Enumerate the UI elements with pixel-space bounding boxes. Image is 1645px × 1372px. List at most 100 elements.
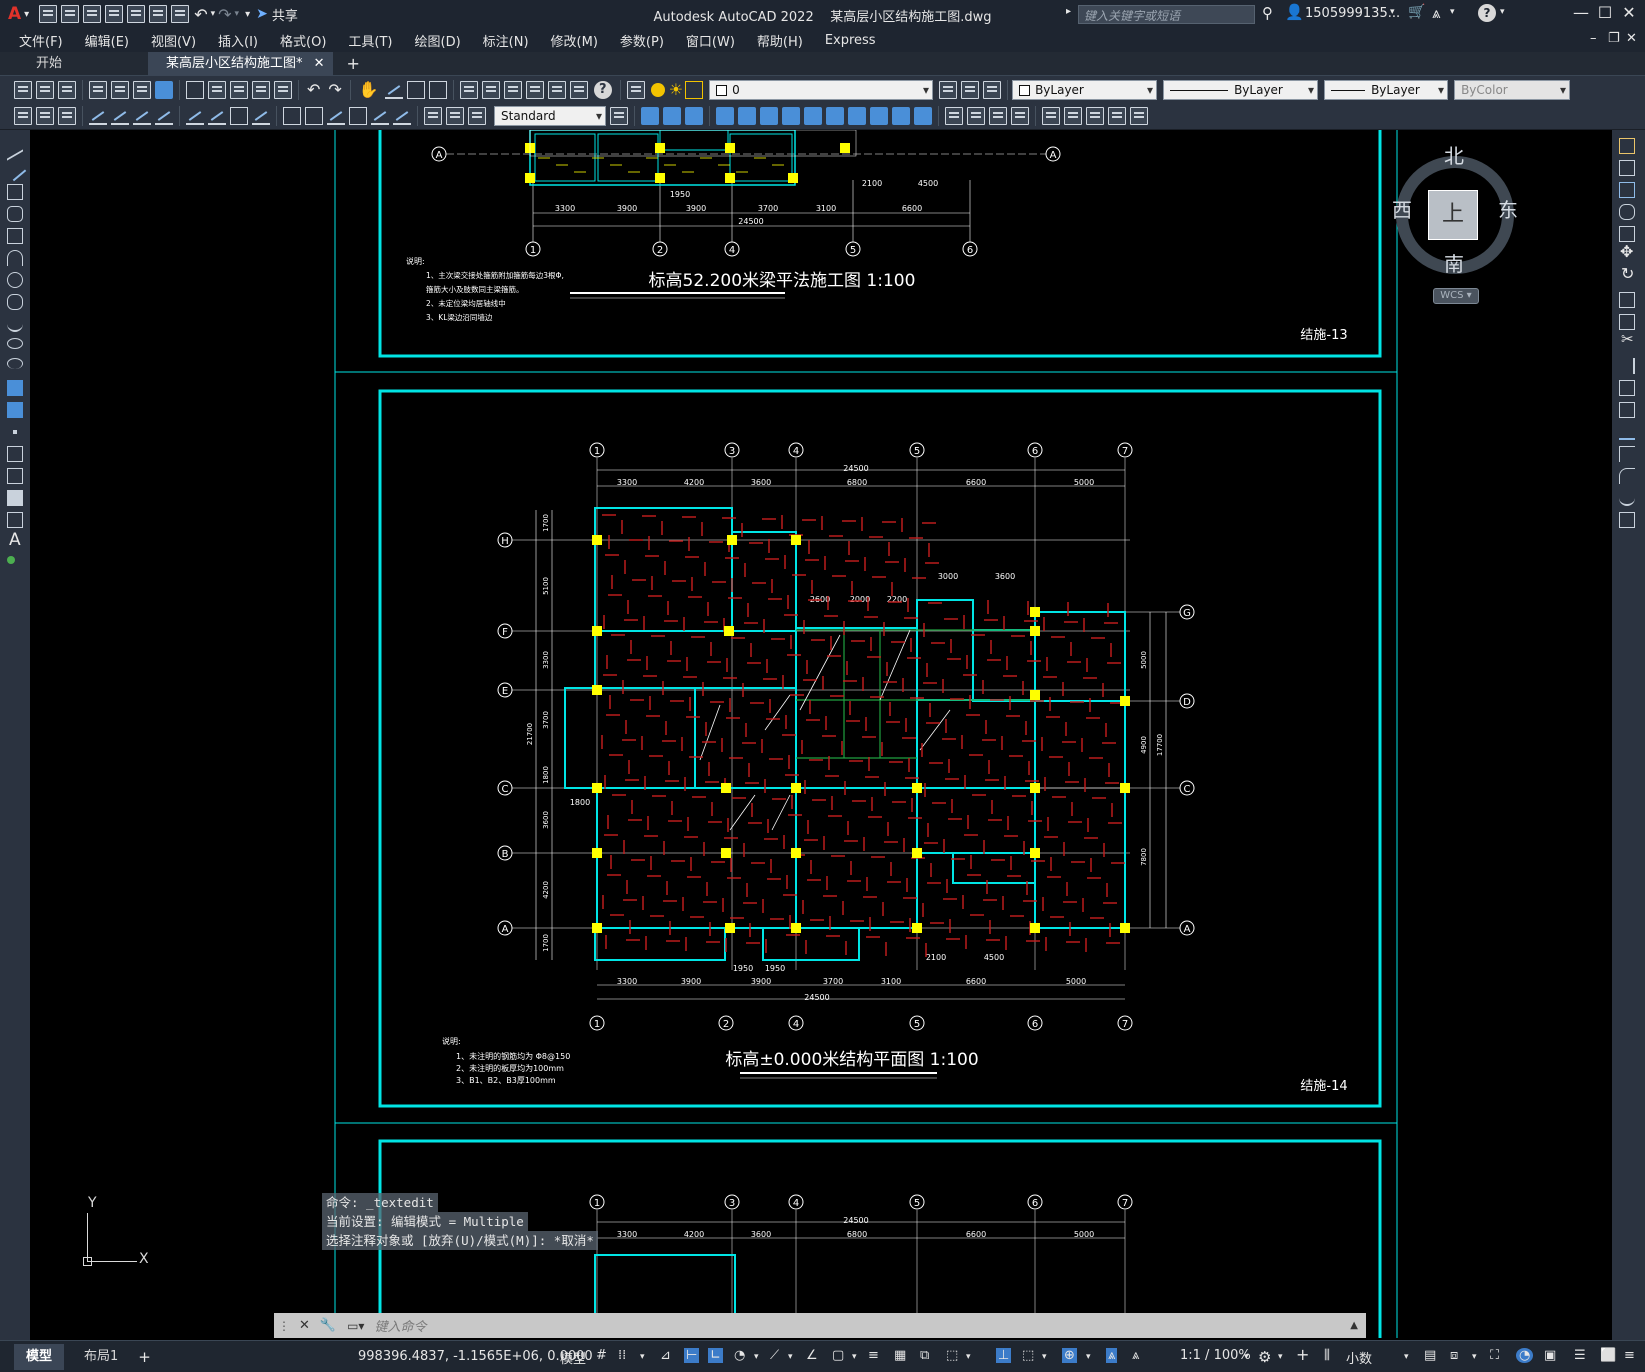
center-mark-icon[interactable] xyxy=(349,107,367,125)
layer-freeze-icon[interactable]: ☀ xyxy=(669,80,683,99)
layer-on-icon[interactable] xyxy=(650,82,665,97)
menu-tools[interactable]: 工具(T) xyxy=(337,31,403,50)
paste-icon[interactable] xyxy=(230,80,248,99)
zoom-previous-icon[interactable] xyxy=(428,80,447,99)
snap-dropdown-icon[interactable]: ▾ xyxy=(640,1352,645,1362)
redo-icon[interactable]: ↷ xyxy=(218,5,231,24)
xref-icon[interactable] xyxy=(1064,107,1082,125)
osnap-icon[interactable]: ▢ xyxy=(832,1348,844,1363)
dim-ordinate-icon[interactable] xyxy=(89,107,107,125)
lock-ui-dropdown-icon[interactable]: ▾ xyxy=(1472,1352,1477,1362)
point-icon[interactable] xyxy=(13,430,17,434)
image-icon[interactable] xyxy=(1086,107,1104,125)
insert-block-left-icon[interactable] xyxy=(7,380,23,396)
table-icon[interactable] xyxy=(7,512,23,528)
ellipse-icon[interactable] xyxy=(7,338,23,349)
offset-icon[interactable] xyxy=(1619,204,1635,220)
construction-line-icon[interactable] xyxy=(3,158,27,182)
doc-restore-icon[interactable]: ❐ xyxy=(1608,31,1620,46)
text-style-dropdown[interactable]: Standard xyxy=(494,106,606,126)
fillet-icon[interactable] xyxy=(1619,468,1635,484)
lights-icon[interactable] xyxy=(1011,107,1029,125)
hatch-icon[interactable] xyxy=(7,446,23,462)
a360-dropdown-icon[interactable]: ▾ xyxy=(1450,7,1455,17)
scale-icon[interactable] xyxy=(1619,292,1635,308)
menu-parametric[interactable]: 参数(P) xyxy=(609,31,675,50)
menu-dimension[interactable]: 标注(N) xyxy=(472,31,540,50)
command-prompt-icon[interactable]: ▭▾ xyxy=(347,1319,364,1333)
menu-edit[interactable]: 编辑(E) xyxy=(74,31,140,50)
maximize-icon[interactable]: ☐ xyxy=(1594,3,1616,25)
save-icon[interactable] xyxy=(83,5,102,23)
hardware-acceleration-icon[interactable]: ◔ xyxy=(1516,1348,1534,1363)
dim-style-icon[interactable] xyxy=(610,107,628,125)
ucs-y-icon[interactable] xyxy=(870,107,888,125)
gizmo-icon[interactable]: ⊕ xyxy=(1062,1348,1077,1363)
explode-icon[interactable] xyxy=(1619,512,1635,528)
app-menu-chevron-icon[interactable]: ▾ xyxy=(24,9,29,20)
lineweight-icon[interactable]: ≡ xyxy=(868,1348,879,1363)
add-layout-icon[interactable]: + xyxy=(138,1348,151,1366)
print-icon[interactable] xyxy=(89,80,107,99)
plotstyle-dropdown[interactable]: ByColor xyxy=(1454,79,1571,100)
markup-icon[interactable] xyxy=(547,80,566,99)
infer-constraints-icon[interactable]: ⊿ xyxy=(660,1348,671,1363)
3d-osnap-dropdown-icon[interactable]: ▾ xyxy=(966,1352,971,1362)
insert-block-icon[interactable] xyxy=(1042,107,1060,125)
menu-insert[interactable]: 插入(I) xyxy=(207,31,269,50)
undo-dropdown-icon[interactable]: ▾ xyxy=(211,9,216,19)
polar-icon[interactable]: ◔ xyxy=(734,1348,745,1363)
units-value[interactable]: 小数 xyxy=(1346,1348,1372,1367)
dim-radius-icon[interactable] xyxy=(111,107,129,125)
dim-aligned-icon[interactable] xyxy=(36,107,54,125)
menu-express[interactable]: Express xyxy=(814,33,887,48)
command-input[interactable]: 键入命令 xyxy=(374,1316,426,1335)
selection-cycling-icon[interactable]: ⧉ xyxy=(920,1348,929,1363)
mtext-icon[interactable]: A xyxy=(9,530,21,550)
new-tab-icon[interactable]: + xyxy=(347,54,360,73)
join-icon[interactable] xyxy=(1619,424,1635,440)
share-icon[interactable]: ➤ xyxy=(256,6,268,22)
line-icon[interactable] xyxy=(7,135,23,161)
cart-icon[interactable]: 🛒 xyxy=(1408,4,1425,20)
ortho-icon[interactable]: ∟ xyxy=(708,1348,723,1363)
copy-icon[interactable] xyxy=(208,80,226,99)
customize-qat-icon[interactable]: ▾ xyxy=(245,9,250,20)
units-dropdown-icon[interactable]: ▾ xyxy=(1404,1352,1409,1362)
dim-baseline-icon[interactable] xyxy=(230,107,248,125)
ucs-origin-icon[interactable] xyxy=(782,107,800,125)
compass-south[interactable]: 南 xyxy=(1444,248,1464,277)
lineweight-dropdown[interactable]: ByLayer xyxy=(1324,79,1449,100)
dim-angular-icon[interactable] xyxy=(186,107,204,125)
make-block-icon[interactable] xyxy=(7,402,23,418)
model-space-toggle[interactable]: 模型 xyxy=(560,1348,586,1367)
open-file-icon[interactable] xyxy=(61,5,80,23)
clip-icon[interactable] xyxy=(1130,107,1148,125)
match-prop-icon[interactable] xyxy=(252,80,270,99)
polar-dropdown-icon[interactable]: ▾ xyxy=(754,1352,759,1362)
publish-icon[interactable] xyxy=(133,80,151,99)
selection-filter-dropdown-icon[interactable]: ▾ xyxy=(1042,1352,1047,1362)
dim-continue-icon[interactable] xyxy=(252,107,270,125)
polyline-icon[interactable] xyxy=(7,184,23,200)
open-from-web-icon[interactable] xyxy=(127,5,146,23)
menu-modify[interactable]: 修改(M) xyxy=(540,31,609,50)
dim-diameter-icon[interactable] xyxy=(155,107,173,125)
qnew-icon[interactable] xyxy=(14,80,32,99)
auto-scale-icon[interactable]: ⩓ xyxy=(1132,1348,1139,1363)
annotation-visibility-icon[interactable]: ⩓ xyxy=(1106,1348,1118,1363)
layer-dropdown[interactable]: 0 xyxy=(709,79,934,100)
user-dropdown-icon[interactable]: ▾ xyxy=(1390,7,1395,17)
revcloud-icon[interactable] xyxy=(7,294,23,310)
drawing-svg[interactable]: 1 2 4 5 63300 3900 3900 3700 3100 660024500195021… xyxy=(30,130,1612,1338)
help-tb-icon[interactable]: ? xyxy=(593,80,612,99)
help-dropdown-icon[interactable]: ▾ xyxy=(1500,7,1505,17)
tolerance-icon[interactable] xyxy=(327,107,345,125)
wcs-menu[interactable]: WCS ▾ xyxy=(1433,288,1479,304)
compass-west[interactable]: 西 xyxy=(1392,194,1412,223)
pan-icon[interactable]: ✋ xyxy=(359,80,379,99)
ucs-zaxis-icon[interactable] xyxy=(804,107,822,125)
break-icon[interactable] xyxy=(1619,402,1635,418)
zoom-realtime-icon[interactable] xyxy=(384,81,403,99)
quick-dim-icon[interactable] xyxy=(208,107,226,125)
